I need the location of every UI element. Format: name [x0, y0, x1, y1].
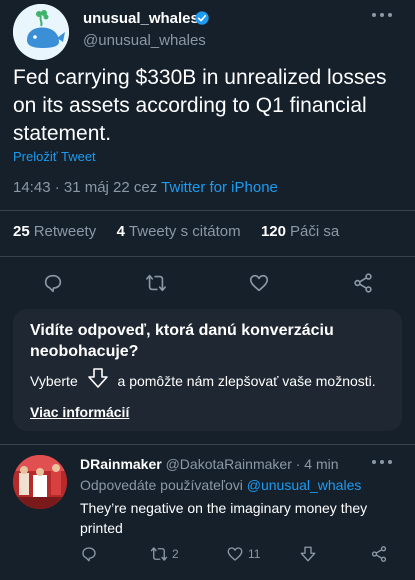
retweet-icon [146, 274, 166, 292]
reply-button[interactable] [38, 268, 68, 298]
prompt-title: Vidíte odpoveď, ktorá danú konverzáciu n… [30, 322, 334, 360]
downvote-icon [300, 546, 316, 562]
tweet-time[interactable]: 14:43 · 31 máj 22 cez [13, 179, 157, 196]
replying-to: Odpovedáte používateľovi @unusual_whales [80, 477, 361, 493]
like-icon [227, 547, 243, 561]
reply-header: DRainmaker @DakotaRainmaker · 4 min [80, 456, 339, 472]
share-icon [371, 546, 387, 562]
arrow-down-icon [87, 368, 108, 388]
divider [0, 444, 415, 445]
reply-retweet-button[interactable]: 2 [150, 545, 179, 565]
reply-icon [82, 547, 96, 562]
like-button[interactable] [244, 268, 274, 298]
verified-badge-icon [195, 11, 209, 25]
retweets-stat[interactable]: 25 Retweety [13, 223, 96, 240]
prompt-body-after: a pomôžte nám zlepšovať vaše možnosti. [117, 373, 376, 389]
retweet-icon [150, 547, 168, 561]
reply-downvote-button[interactable] [299, 545, 317, 565]
more-info-link[interactable]: Viac informácií [30, 404, 129, 420]
reply-share-button[interactable] [370, 545, 388, 565]
divider [0, 210, 415, 211]
likes-stat[interactable]: 120 Páči sa [261, 223, 339, 240]
reply-avatar-image [13, 455, 67, 509]
reply-text: They’re negative on the imaginary money … [80, 500, 368, 536]
reply-author-avatar[interactable] [13, 455, 67, 509]
reply-more-icon[interactable] [370, 455, 400, 469]
author-display-name[interactable]: unusual_whales [83, 10, 199, 27]
whale-logo-icon [13, 4, 69, 60]
tweet-text: Fed carrying $330B in unrealized losses … [13, 66, 387, 145]
reply-time[interactable]: · 4 min [296, 456, 339, 472]
more-icon[interactable] [370, 8, 400, 22]
reply-handle[interactable]: @DakotaRainmaker [166, 456, 292, 472]
reply-icon [44, 274, 62, 293]
reply-display-name[interactable]: DRainmaker [80, 456, 162, 472]
like-icon [249, 274, 269, 292]
tweet-timestamp: 14:43 · 31 máj 22 cez Twitter for iPhone [13, 179, 278, 196]
author-avatar[interactable] [13, 4, 69, 60]
tweet-stats: 25 Retweety 4 Tweety s citátom 120 Páči sa [13, 223, 339, 240]
replying-to-label: Odpovedáte používateľovi [80, 477, 243, 493]
reply-like-button[interactable]: 11 [226, 545, 260, 565]
prompt-body: Vyberte a pomôžte nám zlepšovať vaše mož… [30, 366, 376, 390]
quote-tweets-stat[interactable]: 4 Tweety s citátom [117, 223, 241, 240]
share-button[interactable] [348, 268, 378, 298]
translate-tweet-link[interactable]: Preložiť Tweet [13, 149, 96, 164]
author-handle[interactable]: @unusual_whales [83, 32, 206, 49]
reply-reply-button[interactable] [80, 545, 98, 565]
replying-to-handle[interactable]: @unusual_whales [247, 477, 362, 493]
reply-like-count: 11 [248, 547, 261, 561]
divider [0, 256, 415, 257]
share-icon [354, 273, 372, 293]
reply-retweet-count: 2 [172, 547, 179, 561]
tweet-source[interactable]: Twitter for iPhone [161, 179, 278, 196]
retweet-button[interactable] [141, 268, 171, 298]
prompt-body-before: Vyberte [30, 373, 78, 389]
